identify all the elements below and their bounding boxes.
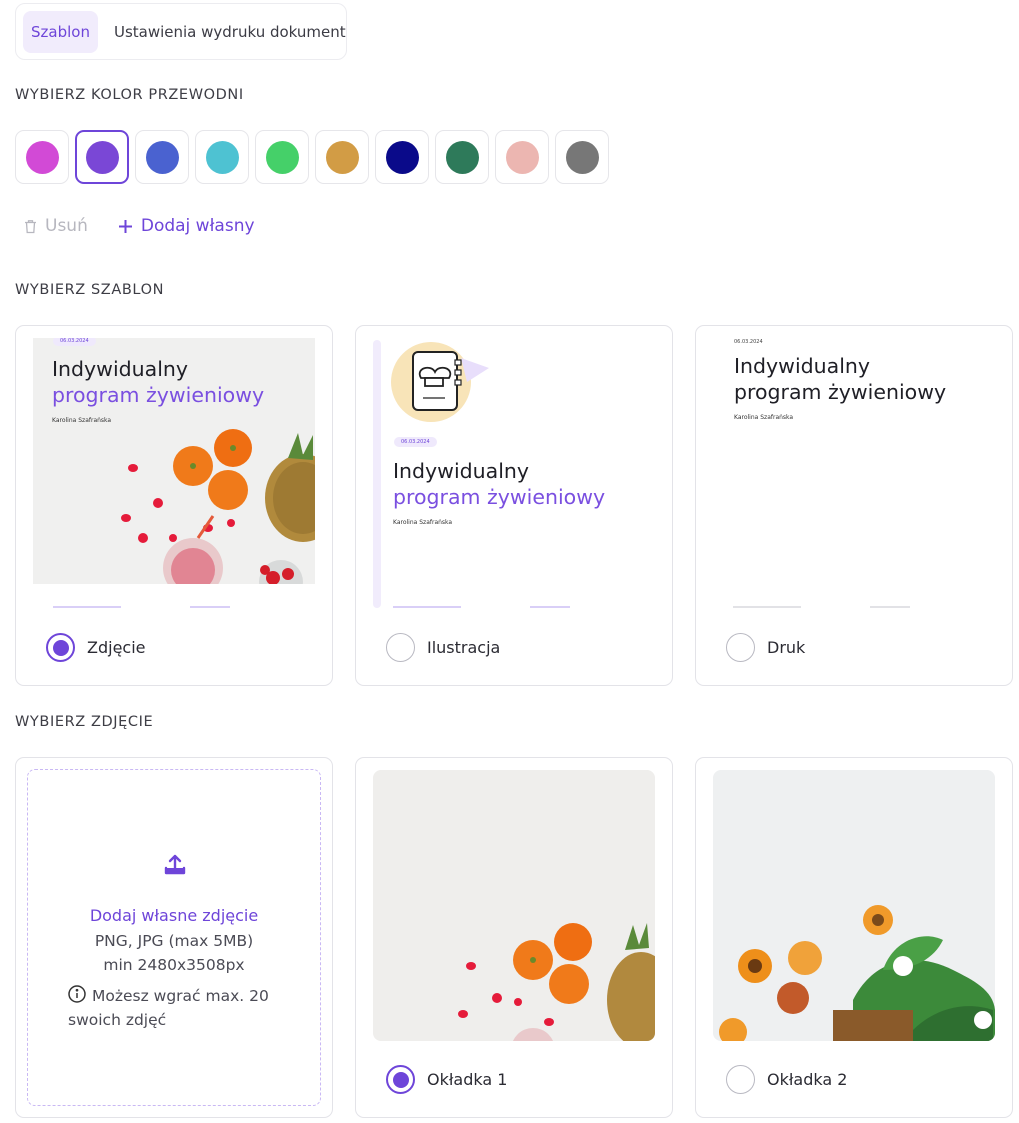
color-dot [265, 140, 299, 174]
color-dot [85, 140, 119, 174]
upload-dropzone[interactable]: Dodaj własne zdjęcie PNG, JPG (max 5MB) … [27, 769, 321, 1106]
section-title-template: WYBIERZ SZABLON [15, 282, 165, 298]
section-title-photo: WYBIERZ ZDJĘCIE [15, 714, 154, 730]
template-author: Karolina Szafrańska [393, 519, 453, 526]
add-color-button[interactable]: Dodaj własny [118, 216, 255, 236]
color-swatch-pink[interactable] [495, 130, 549, 184]
photo-card-cover-1[interactable]: Okładka 1 [355, 757, 673, 1118]
color-swatch-list [15, 130, 609, 184]
template-option-illustration[interactable]: Ilustracja [386, 633, 500, 662]
color-dot [505, 140, 539, 174]
accent-side-strip [373, 340, 381, 608]
color-swatch-purple[interactable] [75, 130, 129, 184]
photo-option-cover-1[interactable]: Okładka 1 [386, 1065, 507, 1094]
color-swatch-gold[interactable] [315, 130, 369, 184]
template-preview-print: 06.03.2024 Indywidualny program żywienio… [713, 338, 995, 608]
color-swatch-dark-green[interactable] [435, 130, 489, 184]
template-footer-line [733, 606, 801, 608]
tab-szablon[interactable]: Szablon [23, 10, 98, 53]
plus-icon [118, 219, 132, 233]
cover-1-image [373, 770, 655, 1041]
color-dot [145, 140, 179, 174]
photo-card-cover-2[interactable]: Okładka 2 [695, 757, 1013, 1118]
info-icon [68, 985, 86, 1003]
delete-color-label: Usuń [45, 216, 88, 236]
apricots-photo [713, 770, 995, 1041]
tab-bar: Szablon Ustawienia wydruku dokument [15, 3, 347, 60]
tab-print-settings[interactable]: Ustawienia wydruku dokument [106, 11, 354, 53]
template-option-photo[interactable]: Zdjęcie [46, 633, 146, 662]
color-dot [565, 140, 599, 174]
template-footer-line [393, 606, 461, 608]
template-footer-line [53, 606, 121, 608]
upload-min-size: min 2480x3508px [103, 956, 245, 974]
trash-icon [25, 219, 36, 233]
color-swatch-cyan[interactable] [195, 130, 249, 184]
photo-option-cover-2[interactable]: Okładka 2 [726, 1065, 847, 1094]
template-author: Karolina Szafrańska [734, 414, 794, 421]
radio-selected[interactable] [386, 1065, 415, 1094]
color-swatch-gray[interactable] [555, 130, 609, 184]
template-title-line1: Indywidualny [52, 357, 189, 381]
radio-selected[interactable] [46, 633, 75, 662]
color-dot [205, 140, 239, 174]
photo-label: Okładka 1 [427, 1070, 508, 1089]
template-title-line2: program żywieniowy [52, 383, 265, 407]
template-label: Ilustracja [427, 638, 501, 657]
upload-info-line1: Możesz wgrać max. 20 [92, 987, 269, 1005]
color-swatch-green[interactable] [255, 130, 309, 184]
template-preview-illustration: 06.03.2024 Indywidualny program żywienio… [373, 338, 655, 608]
template-date-badge: 06.03.2024 [394, 437, 437, 447]
color-swatch-blue[interactable] [135, 130, 189, 184]
photo-label: Okładka 2 [767, 1070, 848, 1089]
section-title-color: WYBIERZ KOLOR PRZEWODNI [15, 87, 244, 103]
upload-formats: PNG, JPG (max 5MB) [94, 932, 254, 950]
upload-icon [164, 854, 186, 875]
cover-2-image [713, 770, 995, 1041]
cookbook-illustration [391, 342, 489, 422]
template-label: Druk [767, 638, 806, 657]
color-swatch-magenta[interactable] [15, 130, 69, 184]
upload-info: Możesz wgrać max. 20 swoich zdjęć [68, 984, 269, 1032]
upload-info-line2: swoich zdjęć [68, 1011, 167, 1029]
color-dot [445, 140, 479, 174]
color-dot [325, 140, 359, 174]
template-option-print[interactable]: Druk [726, 633, 805, 662]
oranges-photo [373, 770, 655, 1041]
color-dot [385, 140, 419, 174]
radio-unselected[interactable] [386, 633, 415, 662]
template-footer-line [870, 606, 910, 608]
template-card-print[interactable]: 06.03.2024 Indywidualny program żywienio… [695, 325, 1013, 686]
template-label: Zdjęcie [87, 638, 146, 657]
template-footer-line [530, 606, 570, 608]
color-actions: Usuń Dodaj własny [24, 216, 255, 236]
template-date-badge: 06.03.2024 [53, 338, 96, 346]
template-author: Karolina Szafrańska [52, 417, 112, 424]
add-color-label: Dodaj własny [140, 216, 255, 236]
template-footer-line [190, 606, 230, 608]
color-dot [25, 140, 59, 174]
radio-unselected[interactable] [726, 633, 755, 662]
color-swatch-navy[interactable] [375, 130, 429, 184]
upload-title[interactable]: Dodaj własne zdjęcie [28, 906, 320, 925]
template-card-photo[interactable]: 06.03.2024 Indywidualny program żywienio… [15, 325, 333, 686]
template-title-line2: program żywieniowy [734, 380, 947, 404]
template-title-line1: Indywidualny [734, 354, 871, 378]
radio-unselected[interactable] [726, 1065, 755, 1094]
template-date: 06.03.2024 [734, 339, 763, 345]
delete-color-button[interactable]: Usuń [24, 216, 88, 236]
template-card-illustration[interactable]: 06.03.2024 Indywidualny program żywienio… [355, 325, 673, 686]
template-title-line1: Indywidualny [393, 459, 530, 483]
template-title-line2: program żywieniowy [393, 485, 606, 509]
template-preview-photo: 06.03.2024 Indywidualny program żywienio… [33, 338, 315, 608]
